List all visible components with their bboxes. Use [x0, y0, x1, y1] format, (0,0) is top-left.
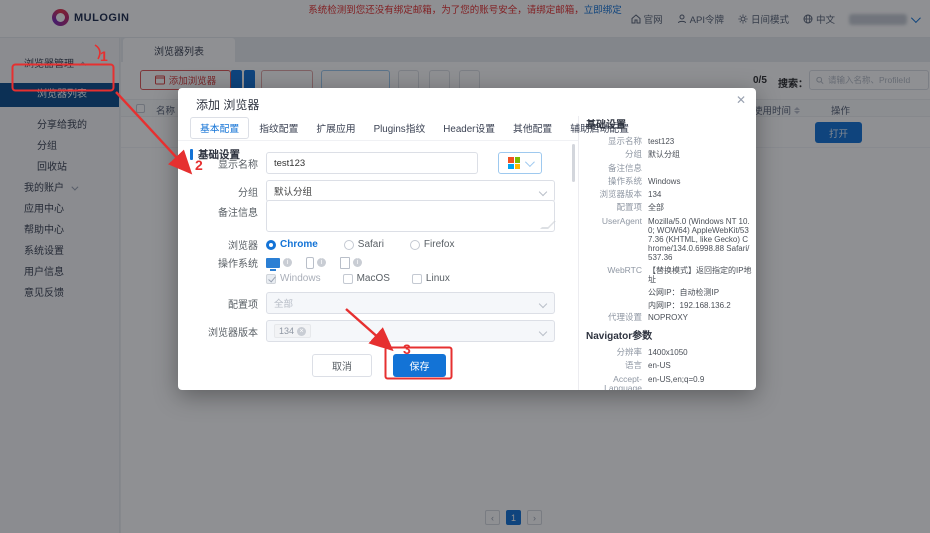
- os-row: 操作系统 i i i: [186, 255, 376, 270]
- summary-row-useragent: UserAgentMozilla/5.0 (Windows NT 10.0; W…: [582, 217, 752, 263]
- info-icon: i: [317, 258, 326, 267]
- os-mobile-toggle[interactable]: i: [306, 257, 326, 269]
- summary-row-webrtc: WebRTC【替换模式】返回指定的IP地址: [582, 266, 752, 284]
- summary-row: 备注信息: [582, 164, 752, 174]
- summary-row: 显示名称test123: [582, 137, 752, 147]
- tab-other-config[interactable]: 其他配置: [505, 118, 560, 138]
- checkbox-icon: [412, 274, 422, 284]
- chevron-down-icon: [525, 157, 535, 167]
- display-name-row: 显示名称: [186, 152, 542, 174]
- chevron-down-icon: [539, 188, 547, 196]
- remove-tag-icon[interactable]: ×: [297, 327, 306, 336]
- remark-label: 备注信息: [186, 200, 266, 219]
- summary-section-navigator: Navigator参数: [582, 327, 752, 342]
- summary-row: 代理设置NOPROXY: [582, 313, 752, 323]
- close-icon[interactable]: ✕: [736, 94, 746, 106]
- radio-dot: [344, 240, 354, 250]
- summary-row: 语言en-US: [582, 361, 752, 371]
- tab-header-settings[interactable]: Header设置: [435, 118, 503, 138]
- group-label: 分组: [186, 184, 266, 199]
- info-icon: i: [283, 258, 292, 267]
- modal-title: 添加 浏览器: [196, 96, 259, 113]
- display-name-label: 显示名称: [186, 156, 266, 171]
- tablet-icon: [340, 257, 350, 269]
- os-checkbox-row: Windows MacOS Linux: [186, 273, 472, 284]
- radio-safari[interactable]: Safari: [344, 239, 384, 250]
- group-select[interactable]: 默认分组: [266, 180, 555, 202]
- os-tablet-toggle[interactable]: i: [340, 257, 362, 269]
- version-row: 浏览器版本 134 ×: [186, 320, 555, 342]
- tab-extensions[interactable]: 扩展应用: [308, 118, 363, 138]
- checkbox-windows[interactable]: Windows: [266, 273, 321, 284]
- tab-fingerprint-config[interactable]: 指纹配置: [251, 118, 306, 138]
- summary-row: 操作系统Windows: [582, 177, 752, 187]
- modal-tabs: 基本配置 指纹配置 扩展应用 Plugins指纹 Header设置 其他配置 辅…: [190, 117, 637, 139]
- summary-row: Accept-Languageen-US,en;q=0.9: [582, 375, 752, 390]
- version-label: 浏览器版本: [186, 324, 266, 339]
- checkbox-icon: [266, 274, 276, 284]
- config-select[interactable]: 全部: [266, 292, 555, 314]
- phone-icon: [306, 257, 314, 269]
- radio-dot: [266, 240, 276, 250]
- os-desktop-toggle[interactable]: i: [266, 258, 292, 268]
- tab-plugins-fingerprint[interactable]: Plugins指纹: [366, 118, 434, 138]
- browser-row: 浏览器 Chrome Safari Firefox: [186, 237, 480, 252]
- save-button[interactable]: 保存: [393, 354, 446, 377]
- checkbox-icon: [343, 274, 353, 284]
- summary-section-basic: 基础设置: [582, 116, 752, 131]
- remark-row: 备注信息: [186, 200, 555, 232]
- radio-firefox[interactable]: Firefox: [410, 239, 455, 250]
- windows-logo-icon: [508, 157, 520, 169]
- summary-row: 公网IP：自动检测IP: [582, 288, 752, 297]
- summary-row: 内网IP：192.168.136.2: [582, 301, 752, 310]
- app-screen: MULOGIN 系统检测到您还没有绑定邮箱，为了您的账号安全，请绑定邮箱，立即绑…: [0, 0, 930, 533]
- group-row: 分组 默认分组: [186, 180, 555, 202]
- checkbox-linux[interactable]: Linux: [412, 273, 450, 284]
- add-browser-modal: 添加 浏览器 ✕ 基本配置 指纹配置 扩展应用 Plugins指纹 Header…: [178, 88, 756, 390]
- chevron-down-icon: [539, 300, 547, 308]
- summary-row: 浏览器版本134: [582, 190, 752, 200]
- summary-row: 分辨率1400x1050: [582, 348, 752, 358]
- cancel-button[interactable]: 取消: [312, 354, 372, 377]
- config-row: 配置项 全部: [186, 292, 555, 314]
- os-label: 操作系统: [186, 255, 266, 270]
- modal-divider: [578, 116, 579, 390]
- radio-dot: [410, 240, 420, 250]
- tab-basic-config[interactable]: 基本配置: [190, 117, 249, 139]
- summary-panel: 基础设置 显示名称test123 分组默认分组 备注信息 操作系统Windows…: [582, 112, 752, 390]
- summary-row: 分组默认分组: [582, 150, 752, 160]
- tabs-divider: [178, 140, 578, 141]
- remark-textarea[interactable]: [266, 200, 555, 232]
- browser-label: 浏览器: [186, 237, 266, 252]
- version-tag: 134 ×: [274, 324, 311, 338]
- config-label: 配置项: [186, 296, 266, 311]
- info-icon: i: [353, 258, 362, 267]
- monitor-icon: [266, 258, 280, 268]
- summary-row: 配置项全部: [582, 203, 752, 213]
- checkbox-macos[interactable]: MacOS: [343, 273, 390, 284]
- version-select[interactable]: 134 ×: [266, 320, 555, 342]
- chevron-down-icon: [539, 328, 547, 336]
- display-name-input[interactable]: [266, 152, 478, 174]
- radio-chrome[interactable]: Chrome: [266, 239, 318, 250]
- form-scrollbar[interactable]: [572, 144, 575, 182]
- os-quick-select-button[interactable]: [498, 152, 542, 174]
